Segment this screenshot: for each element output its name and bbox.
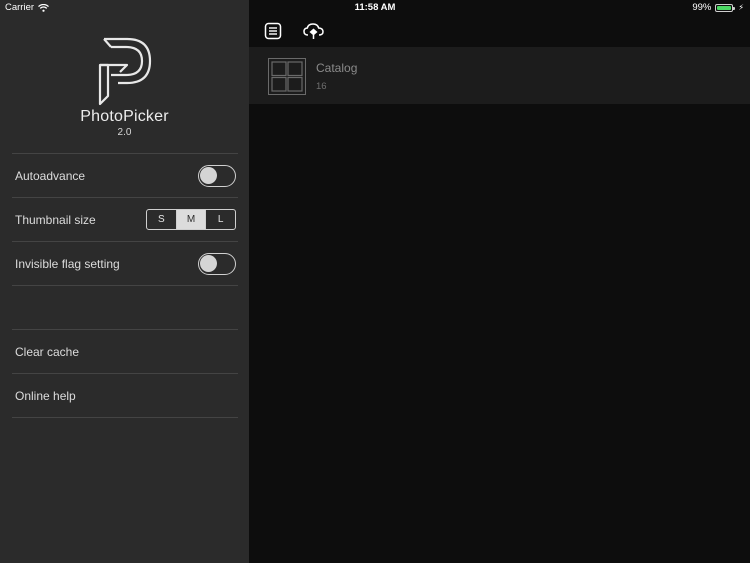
- catalog-grid-icon: [268, 58, 306, 95]
- toggle-knob: [200, 166, 217, 184]
- autoadvance-toggle[interactable]: [198, 164, 236, 187]
- invisible-flag-row: Invisible flag setting: [12, 241, 238, 285]
- cloud-sync-icon[interactable]: [303, 22, 324, 40]
- invisible-flag-toggle[interactable]: [198, 252, 236, 275]
- app-name: PhotoPicker: [80, 108, 169, 125]
- thumbnail-size-row: Thumbnail size S M L: [12, 197, 238, 241]
- charging-bolt-icon: ⚡: [738, 3, 744, 12]
- thumbnail-size-m[interactable]: M: [176, 210, 207, 229]
- settings-sidebar: PhotoPicker 2.0 Autoadvance Thumbnail si…: [0, 0, 249, 563]
- online-help-row[interactable]: Online help: [12, 373, 238, 417]
- photopicker-logo-icon: [98, 37, 152, 106]
- battery-percent: 99%: [692, 2, 712, 13]
- thumbnail-size-s[interactable]: S: [147, 210, 177, 229]
- battery-fill: [717, 5, 732, 10]
- status-time: 11:58 AM: [354, 2, 396, 13]
- catalog-title: Catalog: [316, 61, 358, 75]
- thumbnail-size-l[interactable]: L: [206, 210, 235, 229]
- empty-row: [12, 285, 238, 329]
- battery-icon: [715, 3, 736, 12]
- toggle-knob: [200, 254, 217, 272]
- status-right: 99% ⚡: [692, 2, 744, 13]
- autoadvance-label: Autoadvance: [15, 168, 86, 183]
- thumbnail-size-segmented-control: S M L: [146, 209, 236, 230]
- list-icon[interactable]: [264, 22, 282, 40]
- invisible-flag-label: Invisible flag setting: [15, 256, 120, 271]
- autoadvance-row: Autoadvance: [12, 153, 238, 197]
- thumbnail-size-label: Thumbnail size: [15, 212, 96, 227]
- main-panel: Catalog 16: [249, 0, 750, 563]
- clear-cache-label: Clear cache: [15, 344, 80, 359]
- status-bar: Carrier 11:58 AM 99% ⚡: [0, 0, 750, 16]
- app-version: 2.0: [117, 127, 132, 138]
- clear-cache-row[interactable]: Clear cache: [12, 329, 238, 373]
- catalog-row[interactable]: Catalog 16: [249, 47, 750, 104]
- divider: [12, 417, 238, 418]
- online-help-label: Online help: [15, 388, 76, 403]
- catalog-count: 16: [316, 81, 327, 92]
